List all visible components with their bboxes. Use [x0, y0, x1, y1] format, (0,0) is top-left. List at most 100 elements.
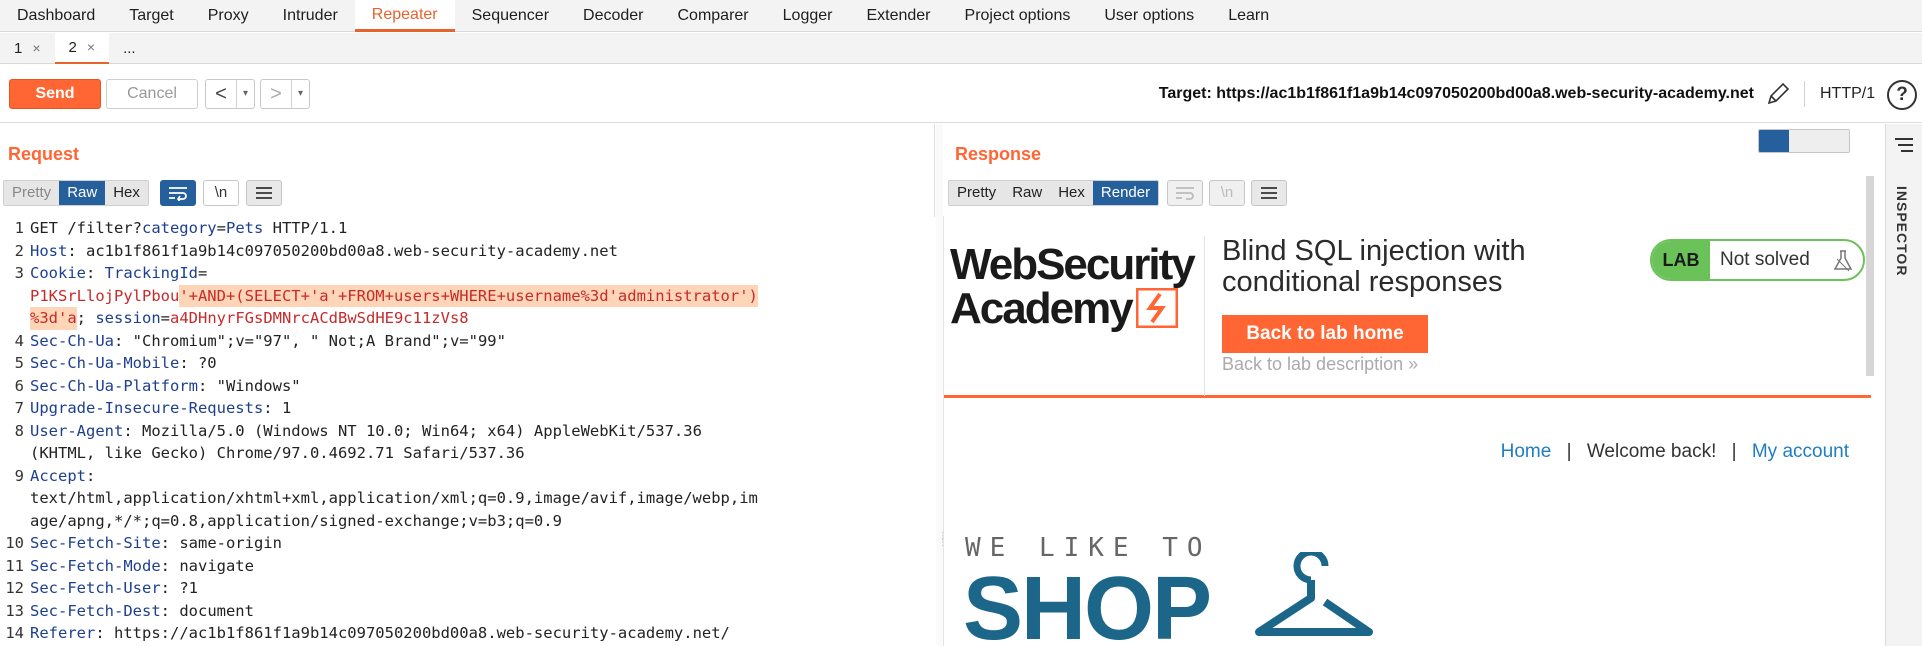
request-text: = [198, 264, 208, 282]
pane-splitter[interactable]: ⋮⋮ [936, 124, 948, 646]
line-number: 7 [14, 399, 24, 417]
tabbed-layout-icon[interactable] [1819, 130, 1849, 152]
show-newlines-icon[interactable]: \n [203, 180, 239, 206]
header-name: Sec-Fetch-User [30, 579, 161, 597]
tab-dashboard[interactable]: Dashboard [0, 0, 112, 32]
header-name: TrackingId [104, 264, 198, 282]
menu-icon[interactable] [246, 180, 282, 206]
line-number: 9 [14, 466, 24, 485]
request-line: 9 Accept: [0, 465, 935, 488]
help-icon[interactable]: ? [1887, 80, 1917, 110]
request-line: 1 GET /filter? category = Pets HTTP/1.1 [0, 217, 935, 240]
request-text: : document [160, 601, 254, 620]
request-text: : Mozilla/5.0 (Windows NT 10.0; Win64; x… [123, 421, 702, 440]
banner-shop-title: SHOP [963, 559, 1212, 646]
tab-pretty[interactable]: Pretty [4, 181, 60, 205]
line-number: 2 [14, 241, 24, 260]
line-number: 1 [14, 219, 24, 237]
request-pane: Request Pretty Raw Hex \n 1 GET /filter? c… [0, 124, 935, 646]
top-bottom-layout-icon[interactable] [1789, 130, 1819, 152]
welcome-text: Welcome back! [1586, 441, 1717, 462]
menu-icon[interactable] [1251, 180, 1287, 206]
header-name: Host [30, 241, 68, 260]
chevron-down-icon[interactable]: ▾ [236, 80, 254, 108]
request-text: = [160, 309, 171, 327]
history-back-control: < ▾ [205, 79, 255, 109]
tab-raw[interactable]: Raw [1004, 181, 1051, 205]
tab-comparer[interactable]: Comparer [661, 0, 766, 32]
cancel-button[interactable]: Cancel [106, 79, 198, 109]
header-name: Sec-Fetch-Site [30, 534, 161, 552]
tab-hex[interactable]: Hex [1050, 181, 1093, 205]
tab-repeater[interactable]: Repeater [354, 0, 455, 32]
new-tab-button[interactable]: ... [109, 33, 150, 64]
request-line: 8 User-Agent: Mozilla/5.0 (Windows NT 10.… [0, 420, 935, 443]
tab-project-options[interactable]: Project options [948, 0, 1088, 32]
tab-decoder[interactable]: Decoder [566, 0, 660, 32]
tab-learn[interactable]: Learn [1211, 0, 1286, 32]
request-editor[interactable]: 1 GET /filter? category = Pets HTTP/1.1 2 Host… [0, 217, 935, 646]
my-account-link[interactable]: My account [1752, 441, 1849, 462]
header-name: Sec-Ch-Ua-Mobile [30, 354, 180, 372]
toolbar-divider [1804, 81, 1805, 107]
lab-title-line-1: Blind SQL injection with [1222, 235, 1526, 267]
tab-render[interactable]: Render [1092, 181, 1159, 205]
request-text: GET /filter? [30, 219, 142, 237]
line-number [0, 307, 30, 330]
tab-extender[interactable]: Extender [849, 0, 947, 32]
home-link[interactable]: Home [1501, 441, 1552, 462]
repeater-tab-2[interactable]: 2 × [54, 33, 110, 64]
request-title: Request [8, 144, 80, 164]
request-line: 11 Sec-Fetch-Mode: navigate [0, 555, 935, 578]
back-to-lab-home-button[interactable]: Back to lab home [1222, 315, 1428, 353]
inspector-toggle-icon[interactable] [1893, 136, 1915, 156]
inspector-tab[interactable]: INSPECTOR [1894, 186, 1910, 276]
line-number: 3 [14, 264, 24, 282]
request-line: 13 Sec-Fetch-Dest: document [0, 600, 935, 623]
lab-title: Blind SQL injection with conditional res… [1222, 236, 1526, 298]
request-line: 2 Host: ac1b1f861f1a9b14c097050200bd00a8.… [0, 240, 935, 263]
side-by-side-layout-icon[interactable] [1759, 130, 1789, 152]
tab-target[interactable]: Target [112, 0, 190, 32]
show-newlines-icon[interactable]: \n [1209, 180, 1245, 206]
send-button[interactable]: Send [9, 79, 101, 109]
request-line: (KHTML, like Gecko) Chrome/97.0.4692.71 … [0, 442, 935, 465]
word-wrap-icon[interactable] [160, 180, 196, 206]
tab-intruder[interactable]: Intruder [266, 0, 355, 32]
back-arrow-icon[interactable]: < [206, 80, 236, 108]
request-line: age/apng,*/*;q=0.8,application/signed-ex… [0, 510, 935, 533]
response-scrollbar[interactable] [1866, 176, 1874, 376]
logo-line-1: WebSecurity [950, 240, 1196, 289]
lab-description-label: Back to lab description [1222, 354, 1404, 374]
tab-sequencer[interactable]: Sequencer [455, 0, 566, 32]
http-version-toggle[interactable]: HTTP/1 [1820, 79, 1875, 109]
tab-hex[interactable]: Hex [105, 181, 148, 205]
tab-logger[interactable]: Logger [766, 0, 850, 32]
chevron-down-icon[interactable]: ▾ [291, 80, 309, 108]
request-line: 5 Sec-Ch-Ua-Mobile: ?0 [0, 352, 935, 375]
response-title: Response [955, 144, 1042, 164]
edit-pencil-icon[interactable] [1765, 81, 1791, 107]
line-number: 14 [5, 624, 24, 642]
tab-user-options[interactable]: User options [1087, 0, 1211, 32]
request-text: ; [76, 309, 96, 327]
tab-proxy[interactable]: Proxy [191, 0, 266, 32]
close-icon[interactable]: × [32, 40, 40, 56]
request-text: age/apng,*/*;q=0.8,application/signed-ex… [30, 511, 562, 530]
header-name: session [95, 309, 161, 327]
request-text: P1KSrLlojPylPbou [30, 286, 180, 305]
request-text: : ?0 [179, 354, 217, 372]
line-number: 8 [14, 421, 24, 440]
line-number: 12 [5, 579, 24, 597]
injected-payload: '+AND+(SELECT+'a'+FROM+users+WHERE+usern… [179, 284, 758, 307]
tab-raw[interactable]: Raw [59, 181, 106, 205]
back-to-lab-description-link[interactable]: Back to lab description » [1222, 354, 1418, 375]
word-wrap-icon[interactable] [1167, 180, 1203, 206]
request-line: P1KSrLlojPylPbou '+AND+(SELECT+'a'+FROM+u… [0, 284, 935, 307]
tab-pretty[interactable]: Pretty [949, 181, 1005, 205]
repeater-tab-1[interactable]: 1 × [0, 33, 55, 64]
request-text: : navigate [160, 556, 254, 575]
repeater-toolbar: Send Cancel < ▾ > ▾ Target: https://ac1b… [0, 65, 1922, 123]
close-icon[interactable]: × [87, 39, 95, 55]
forward-arrow-icon[interactable]: > [261, 80, 291, 108]
